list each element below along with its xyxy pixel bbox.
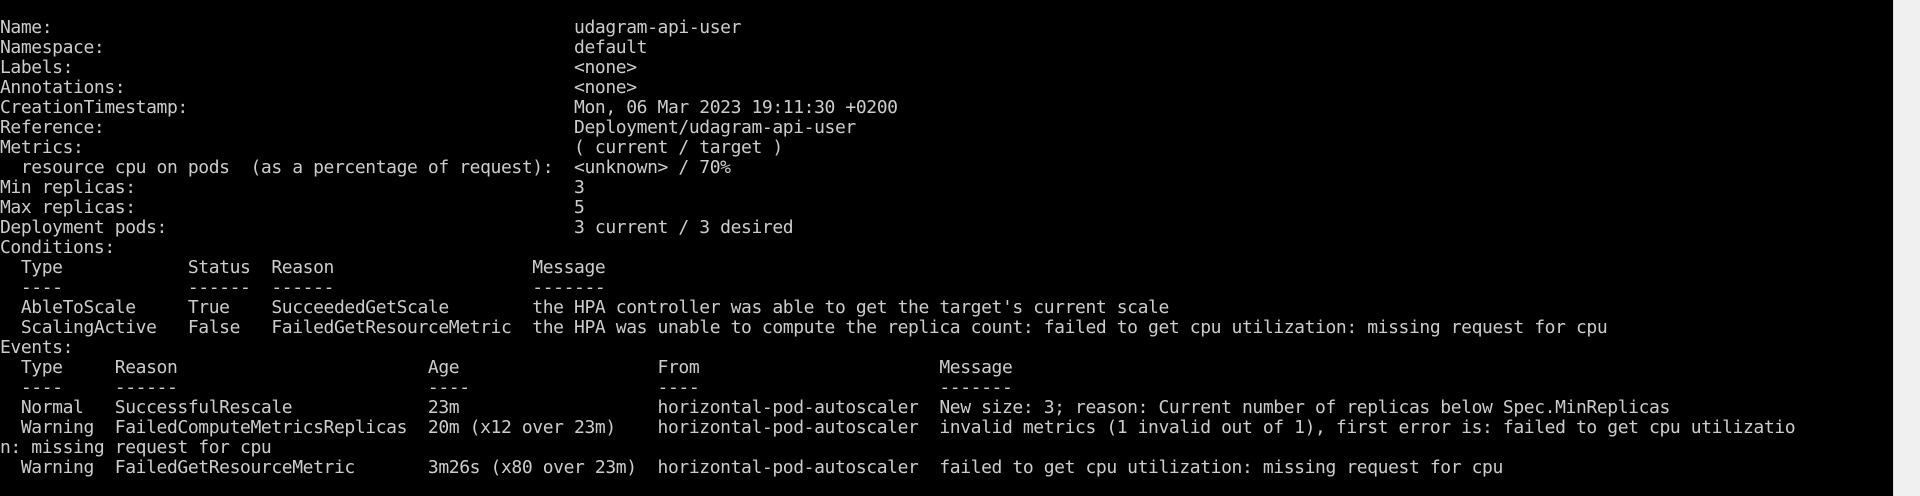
terminal-line: Events:: [0, 337, 74, 358]
terminal-line: Namespace: default: [0, 37, 648, 58]
window-scrollbar-gutter[interactable]: [1893, 0, 1920, 496]
terminal-line: Name: udagram-api-user: [0, 17, 742, 38]
terminal-line: Deployment pods: 3 current / 3 desired: [0, 217, 794, 238]
terminal-line: Type Reason Age From Message: [0, 357, 1013, 378]
terminal-line: Warning FailedGetResourceMetric 3m26s (x…: [0, 457, 1503, 478]
terminal-line: Normal SuccessfulRescale 23m horizontal-…: [0, 397, 1670, 418]
terminal-line: Min replicas: 3: [0, 177, 585, 198]
terminal-line: Metrics: ( current / target ): [0, 137, 783, 158]
terminal-window[interactable]: Name: udagram-api-user Namespace: defaul…: [0, 0, 1893, 496]
terminal-line: Annotations: <none>: [0, 77, 637, 98]
terminal-line: AbleToScale True SucceededGetScale the H…: [0, 297, 1169, 318]
terminal-line: Labels: <none>: [0, 57, 637, 78]
terminal-line: ---- ------ ------ -------: [0, 277, 606, 298]
terminal-line: Type Status Reason Message: [0, 257, 606, 278]
terminal-line: ---- ------ ---- ---- -------: [0, 377, 1013, 398]
terminal-line: Reference: Deployment/udagram-api-user: [0, 117, 856, 138]
terminal-line: CreationTimestamp: Mon, 06 Mar 2023 19:1…: [0, 97, 898, 118]
terminal-output: Name: udagram-api-user Namespace: defaul…: [0, 17, 1796, 478]
terminal-line: ScalingActive False FailedGetResourceMet…: [0, 317, 1608, 338]
terminal-line: Warning FailedComputeMetricsReplicas 20m…: [0, 417, 1796, 438]
terminal-line: Max replicas: 5: [0, 197, 585, 218]
terminal-line: n: missing request for cpu: [0, 437, 272, 458]
terminal-line: Conditions:: [0, 237, 115, 258]
terminal-line: resource cpu on pods (as a percentage of…: [0, 157, 731, 178]
